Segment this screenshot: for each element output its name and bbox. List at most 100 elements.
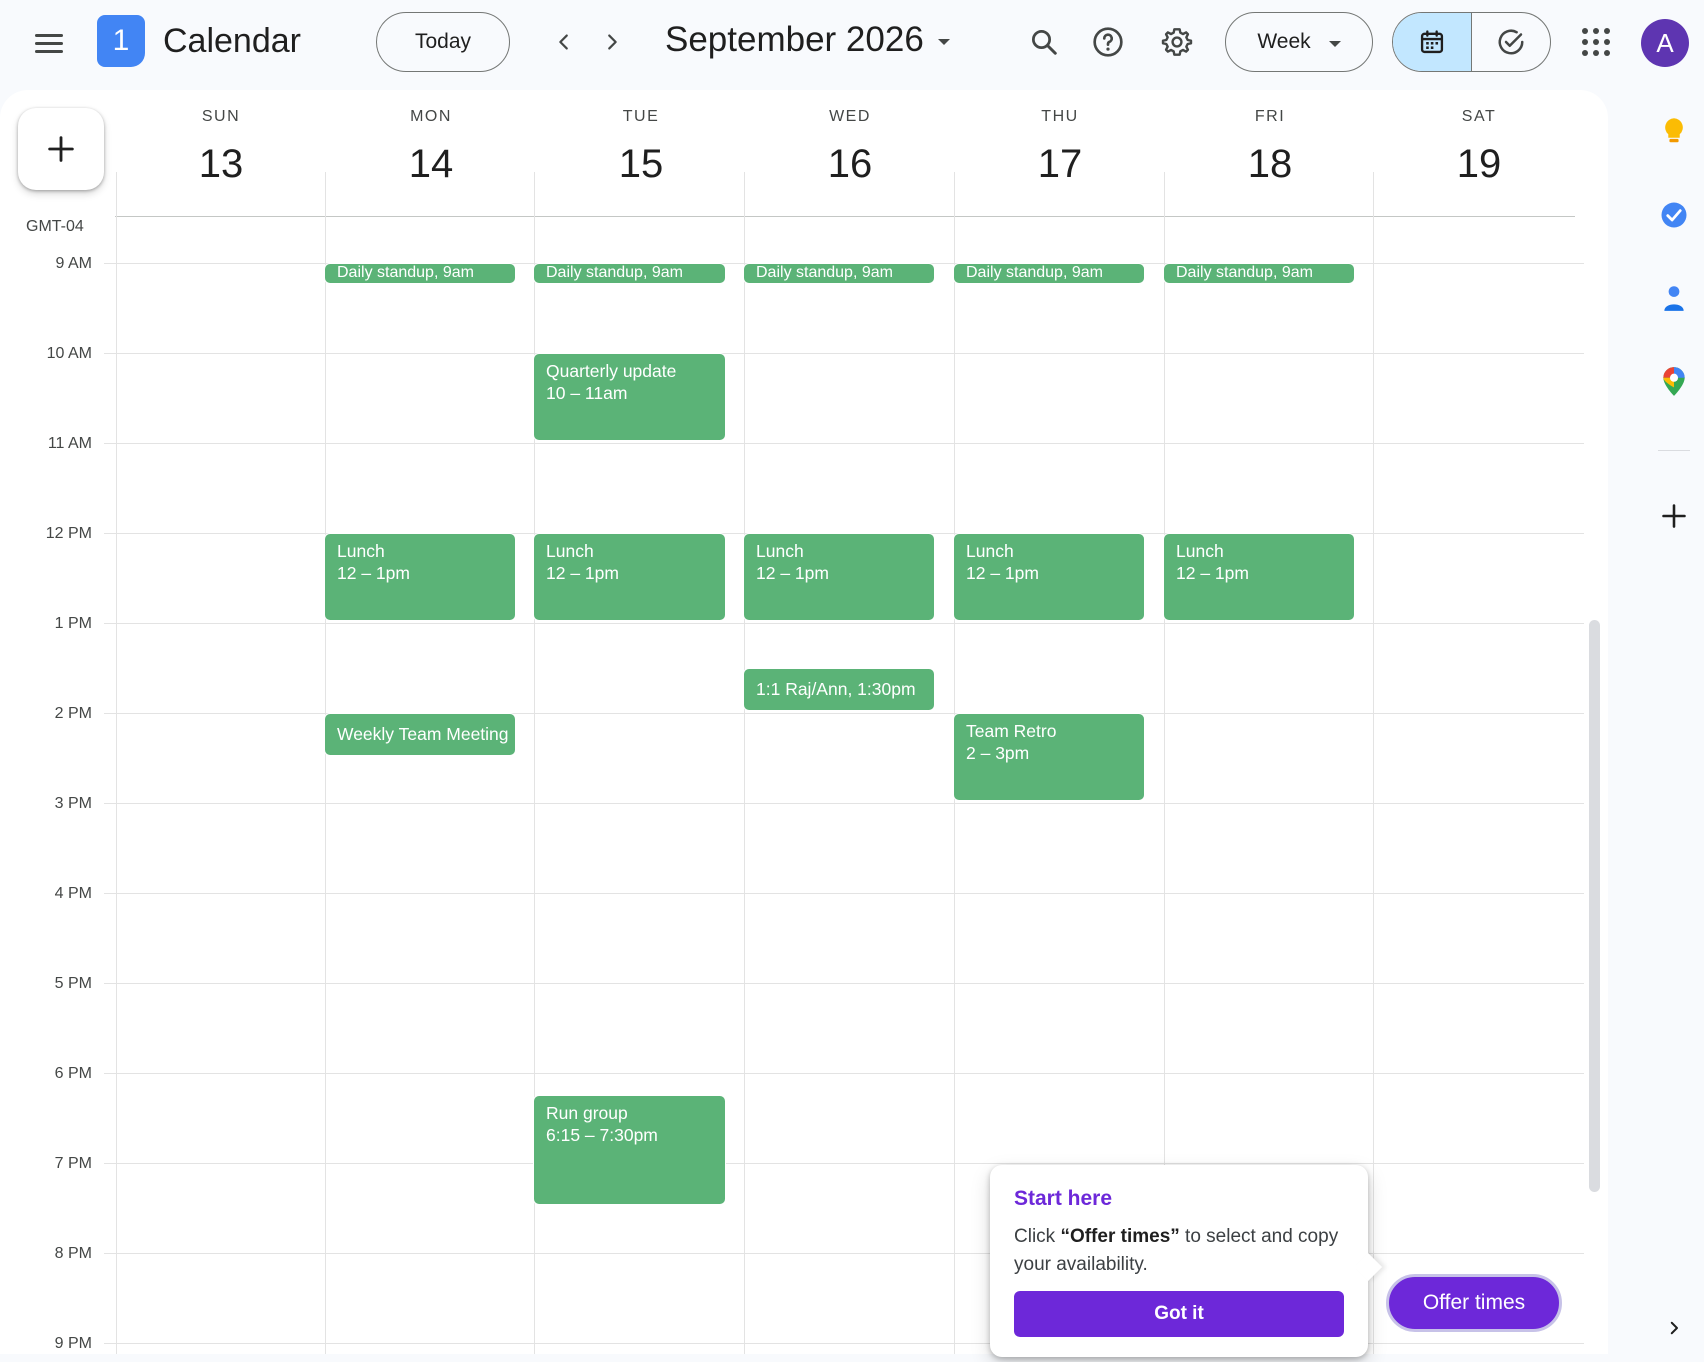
calendar-view-toggle[interactable]	[1393, 13, 1471, 71]
event-title: Lunch	[1176, 541, 1224, 561]
day-column-divider	[1373, 172, 1374, 1354]
day-header-tue: TUE 15	[536, 90, 746, 190]
tasks-icon[interactable]	[1656, 197, 1692, 233]
person-icon	[1664, 286, 1684, 311]
hour-label: 4 PM	[54, 885, 92, 902]
event-daily-standup[interactable]: Daily standup, 9am	[324, 263, 516, 284]
day-header-mon: MON 14	[326, 90, 536, 190]
event-time: 12 – 1pm	[337, 563, 410, 583]
day-of-week: SAT	[1461, 108, 1497, 125]
day-number[interactable]: 16	[745, 142, 955, 187]
event-daily-standup[interactable]: Daily standup, 9am	[743, 263, 935, 284]
next-week-button[interactable]	[592, 22, 632, 62]
tooltip-title: Start here	[1014, 1187, 1113, 1210]
event-title: Weekly Team Meeting	[337, 724, 509, 744]
calendar-logo-icon: 1	[97, 15, 145, 67]
event-title: Daily standup, 9am	[337, 264, 474, 281]
map-pin-icon	[1663, 367, 1685, 396]
day-of-week: WED	[829, 108, 871, 125]
event-title: Lunch	[756, 541, 804, 561]
event-time: 12 – 1pm	[756, 563, 829, 583]
help-button[interactable]	[1086, 20, 1130, 64]
day-column-divider	[116, 172, 117, 1354]
day-column-divider	[325, 172, 326, 1354]
account-avatar[interactable]: A	[1641, 19, 1689, 67]
event-time: 2 – 3pm	[966, 743, 1030, 763]
day-number[interactable]: 19	[1374, 142, 1584, 187]
today-button[interactable]: Today	[376, 12, 510, 72]
view-selector[interactable]: Week	[1225, 12, 1373, 72]
event-daily-standup[interactable]: Daily standup, 9am	[1163, 263, 1355, 284]
contacts-icon[interactable]	[1656, 280, 1692, 316]
hour-line	[104, 893, 1584, 894]
event-title: Daily standup, 9am	[966, 264, 1103, 281]
hour-line	[104, 983, 1584, 984]
event-quarterly-update[interactable]: Quarterly update 10 – 11am	[533, 353, 726, 441]
day-of-week: FRI	[1254, 108, 1286, 125]
event-team-retro[interactable]: Team Retro 2 – 3pm	[953, 713, 1145, 801]
hour-line	[104, 1163, 1584, 1164]
hour-label: 8 PM	[54, 1245, 92, 1262]
hour-label: 3 PM	[54, 795, 92, 812]
get-add-ons-button[interactable]	[1656, 498, 1692, 534]
hour-label: 5 PM	[54, 975, 92, 992]
calendar-tasks-toggle	[1392, 12, 1551, 72]
event-run-group[interactable]: Run group 6:15 – 7:30pm	[533, 1095, 726, 1205]
hour-label: 6 PM	[54, 1065, 92, 1082]
maps-icon[interactable]	[1656, 364, 1692, 400]
event-daily-standup[interactable]: Daily standup, 9am	[953, 263, 1145, 284]
event-weekly-team-meeting[interactable]: Weekly Team Meeting	[324, 713, 516, 756]
day-number[interactable]: 15	[536, 142, 746, 187]
event-time: 10 – 11am	[546, 383, 628, 403]
day-number[interactable]: 14	[326, 142, 536, 187]
event-daily-standup[interactable]: Daily standup, 9am	[533, 263, 726, 284]
help-icon	[1093, 27, 1123, 57]
previous-week-button[interactable]	[544, 22, 584, 62]
caret-down-icon	[937, 39, 950, 45]
main-menu-icon[interactable]	[30, 24, 68, 62]
expand-side-panel-button[interactable]	[1656, 1310, 1692, 1346]
day-column-divider	[744, 172, 745, 1354]
hour-label: 12 PM	[45, 525, 92, 542]
event-title: Quarterly update	[546, 361, 677, 381]
hour-label: 2 PM	[54, 705, 92, 722]
chevron-right-icon	[1670, 1321, 1678, 1335]
plus-icon	[48, 136, 74, 162]
day-header-fri: FRI 18	[1165, 90, 1375, 190]
settings-button[interactable]	[1155, 20, 1199, 64]
tooltip-body-prefix: Click	[1014, 1226, 1061, 1247]
search-button[interactable]	[1022, 20, 1066, 64]
event-lunch[interactable]: Lunch 12 – 1pm	[743, 533, 935, 621]
month-picker[interactable]: September 2026	[665, 20, 950, 60]
day-number[interactable]: 18	[1165, 142, 1375, 187]
tasks-view-toggle[interactable]	[1471, 13, 1550, 71]
event-time: 12 – 1pm	[546, 563, 619, 583]
day-of-week: SUN	[201, 108, 241, 125]
event-lunch[interactable]: Lunch 12 – 1pm	[324, 533, 516, 621]
month-title: September 2026	[665, 20, 924, 59]
event-one-on-one[interactable]: 1:1 Raj/Ann, 1:30pm	[743, 668, 935, 711]
hour-line	[104, 623, 1584, 624]
hour-label: 9 AM	[55, 255, 92, 272]
event-time: 12 – 1pm	[1176, 563, 1249, 583]
week-view: SUN 13 MON 14 TUE 15 WED 16 THU 17 FRI 1…	[0, 90, 1608, 1354]
check-circle-icon	[1661, 202, 1687, 228]
day-number[interactable]: 17	[955, 142, 1165, 187]
event-lunch[interactable]: Lunch 12 – 1pm	[953, 533, 1145, 621]
hour-label: 10 AM	[46, 345, 92, 362]
vertical-scrollbar[interactable]	[1589, 620, 1600, 1192]
day-number[interactable]: 13	[116, 142, 326, 187]
day-of-week: TUE	[622, 108, 660, 125]
event-lunch[interactable]: Lunch 12 – 1pm	[1163, 533, 1355, 621]
create-event-button[interactable]	[18, 108, 104, 190]
tooltip-body-emphasis: “Offer times”	[1060, 1226, 1180, 1247]
got-it-button[interactable]: Got it	[1014, 1291, 1344, 1337]
event-title: Lunch	[966, 541, 1014, 561]
event-time: 12 – 1pm	[966, 563, 1039, 583]
event-title: Team Retro	[966, 721, 1057, 741]
keep-icon[interactable]	[1656, 114, 1692, 150]
event-title: 1:1 Raj/Ann, 1:30pm	[756, 679, 916, 699]
offer-times-button[interactable]: Offer times	[1386, 1274, 1562, 1332]
event-lunch[interactable]: Lunch 12 – 1pm	[533, 533, 726, 621]
google-apps-icon[interactable]	[1576, 22, 1616, 62]
